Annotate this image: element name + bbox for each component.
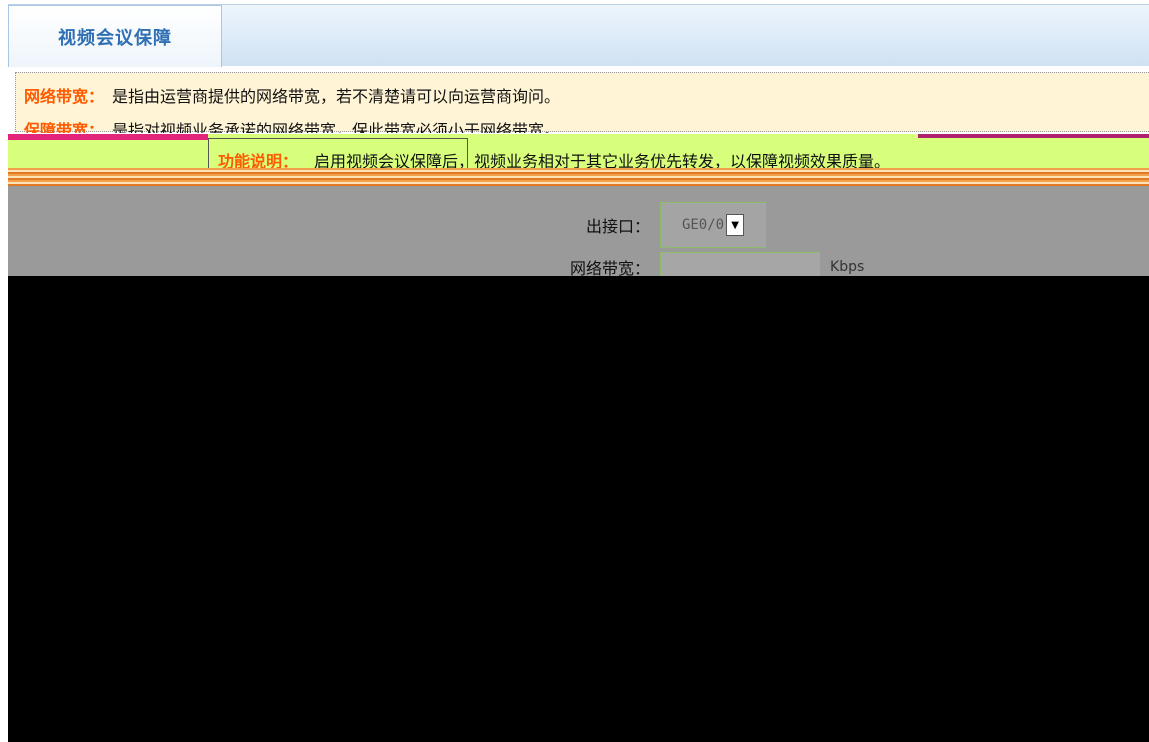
interface-label: 出接口： xyxy=(586,217,651,236)
feature-band: 功能说明： 启用视频会议保障后，视频业务相对于其它业务优先转发，以保障视频效果质量… xyxy=(8,134,1149,186)
note-key: 网络带宽： xyxy=(24,87,105,106)
bandwidth-unit: Kbps xyxy=(830,259,865,275)
interface-select[interactable]: GE0/0 ▼ xyxy=(660,202,767,248)
note-line-guaranteed-bandwidth: 保障带宽： 是指对视频业务承诺的网络带宽，保此带宽必须小于网络带宽。 xyxy=(24,117,560,133)
note-key: 保障带宽： xyxy=(24,121,105,133)
settings-form: 出接口： GE0/0 ▼ 网络带宽： Kbps xyxy=(8,186,1149,282)
tab-bar: 视频会议保障 xyxy=(8,4,1149,67)
divider xyxy=(8,134,208,140)
tab-video-conference[interactable]: 视频会议保障 xyxy=(8,5,222,67)
chevron-down-icon[interactable]: ▼ xyxy=(726,214,745,236)
divider xyxy=(918,134,1149,138)
note-text: 是指由运营商提供的网络带宽，若不清楚请可以向运营商询问。 xyxy=(112,87,561,106)
interface-value: GE0/0 xyxy=(681,217,725,233)
note-text: 是指对视频业务承诺的网络带宽，保此带宽必须小于网络带宽。 xyxy=(112,121,561,133)
interface-row: 出接口： GE0/0 ▼ xyxy=(586,202,767,248)
glitch-stripe xyxy=(8,168,1149,186)
tab-label: 视频会议保障 xyxy=(58,27,172,49)
blank-region xyxy=(8,276,1149,742)
info-panel: 网络带宽： 是指由运营商提供的网络带宽，若不清楚请可以向运营商询问。 保障带宽： 是… xyxy=(15,72,1149,133)
note-line-network-bandwidth: 网络带宽： 是指由运营商提供的网络带宽，若不清楚请可以向运营商询问。 xyxy=(24,83,560,107)
